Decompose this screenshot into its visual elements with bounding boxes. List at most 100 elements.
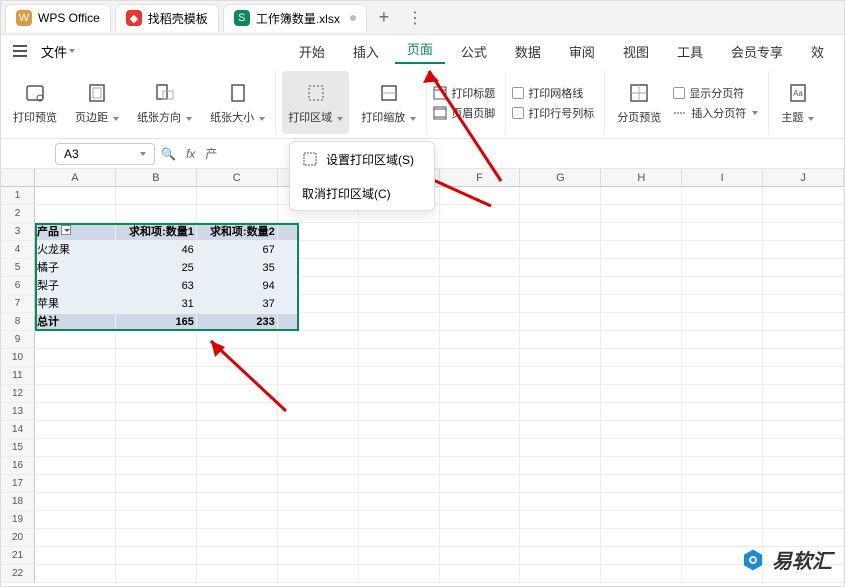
page-break-preview-button[interactable]: 分页预览 [611,71,667,134]
cell[interactable] [440,475,521,493]
cell[interactable] [601,385,682,403]
print-preview-button[interactable]: 打印预览 [7,71,63,134]
cell[interactable] [197,565,278,583]
cell[interactable] [601,295,682,313]
menu-tools[interactable]: 工具 [665,42,715,61]
col-header[interactable]: J [763,169,844,187]
cells[interactable]: 产品求和项:数量1求和项:数量2火龙果4667橘子2535梨子6394苹果313… [35,187,844,583]
tab-template[interactable]: ◆ 找稻壳模板 [115,4,219,32]
cell[interactable] [278,529,359,547]
cell[interactable] [359,277,440,295]
cell[interactable] [682,493,763,511]
add-tab-button[interactable]: + [371,5,397,31]
cell[interactable]: 求和项:数量1 [116,223,197,241]
cell[interactable] [763,223,844,241]
cell[interactable] [440,457,521,475]
cell[interactable] [116,367,197,385]
cell[interactable] [520,205,601,223]
cell[interactable] [197,187,278,205]
col-header[interactable]: C [197,169,278,187]
row-header[interactable]: 18 [1,493,35,511]
cell[interactable] [520,385,601,403]
cell[interactable] [520,529,601,547]
cell[interactable] [278,475,359,493]
cell[interactable] [278,421,359,439]
cell[interactable] [682,385,763,403]
menu-page[interactable]: 页面 [395,39,445,64]
cell[interactable] [440,295,521,313]
cell[interactable] [116,457,197,475]
cell[interactable] [601,421,682,439]
cell[interactable] [601,475,682,493]
cell[interactable] [601,313,682,331]
cell[interactable] [682,223,763,241]
select-all-corner[interactable] [1,169,35,187]
cell[interactable] [520,565,601,583]
row-header[interactable]: 10 [1,349,35,367]
cell[interactable] [601,187,682,205]
cell[interactable] [278,295,359,313]
cell[interactable] [359,421,440,439]
cell[interactable] [278,349,359,367]
cell[interactable] [116,403,197,421]
cell[interactable]: 火龙果 [35,241,116,259]
cell[interactable] [116,421,197,439]
cell[interactable] [763,241,844,259]
insert-break-button[interactable]: 插入分页符 [673,105,758,121]
cell[interactable] [359,385,440,403]
cell[interactable] [520,223,601,241]
cell[interactable] [116,547,197,565]
row-header[interactable]: 19 [1,511,35,529]
cell[interactable] [520,349,601,367]
row-header[interactable]: 8 [1,313,35,331]
cell[interactable] [197,439,278,457]
cell[interactable] [520,367,601,385]
cell[interactable] [601,259,682,277]
cell[interactable]: 梨子 [35,277,116,295]
cell[interactable] [35,367,116,385]
cell[interactable] [278,313,359,331]
row-header[interactable]: 15 [1,439,35,457]
cell[interactable] [520,259,601,277]
cell[interactable] [35,187,116,205]
cell[interactable] [682,295,763,313]
cell[interactable] [763,385,844,403]
menu-formula[interactable]: 公式 [449,42,499,61]
cell[interactable] [682,511,763,529]
cancel-print-area-item[interactable]: 取消打印区域(C) [290,176,434,210]
cell[interactable] [278,493,359,511]
cell[interactable] [520,295,601,313]
cell[interactable] [440,349,521,367]
cell[interactable] [682,349,763,367]
cell[interactable] [440,187,521,205]
cell[interactable] [359,349,440,367]
cell[interactable] [197,421,278,439]
cell[interactable] [763,439,844,457]
cell[interactable] [440,547,521,565]
cell[interactable] [520,313,601,331]
file-menu[interactable]: 文件 [35,42,81,61]
row-header[interactable]: 22 [1,565,35,583]
spreadsheet-grid[interactable]: ABCDEFGHIJ 12345678910111213141516171819… [1,169,844,586]
cell[interactable] [197,493,278,511]
cell[interactable] [520,187,601,205]
cell[interactable] [682,403,763,421]
row-header[interactable]: 12 [1,385,35,403]
cell[interactable] [359,529,440,547]
cell[interactable] [359,475,440,493]
cell[interactable] [763,205,844,223]
margins-button[interactable]: 页边距 [69,71,125,134]
cell[interactable] [601,205,682,223]
row-header[interactable]: 13 [1,403,35,421]
cell[interactable] [116,529,197,547]
cell[interactable] [520,457,601,475]
cell[interactable] [601,223,682,241]
cell[interactable] [359,313,440,331]
row-header[interactable]: 7 [1,295,35,313]
row-header[interactable]: 5 [1,259,35,277]
cell[interactable] [197,529,278,547]
cell[interactable] [35,475,116,493]
cell[interactable] [440,385,521,403]
row-header[interactable]: 14 [1,421,35,439]
print-gridlines-check[interactable]: 打印网格线 [512,85,594,101]
